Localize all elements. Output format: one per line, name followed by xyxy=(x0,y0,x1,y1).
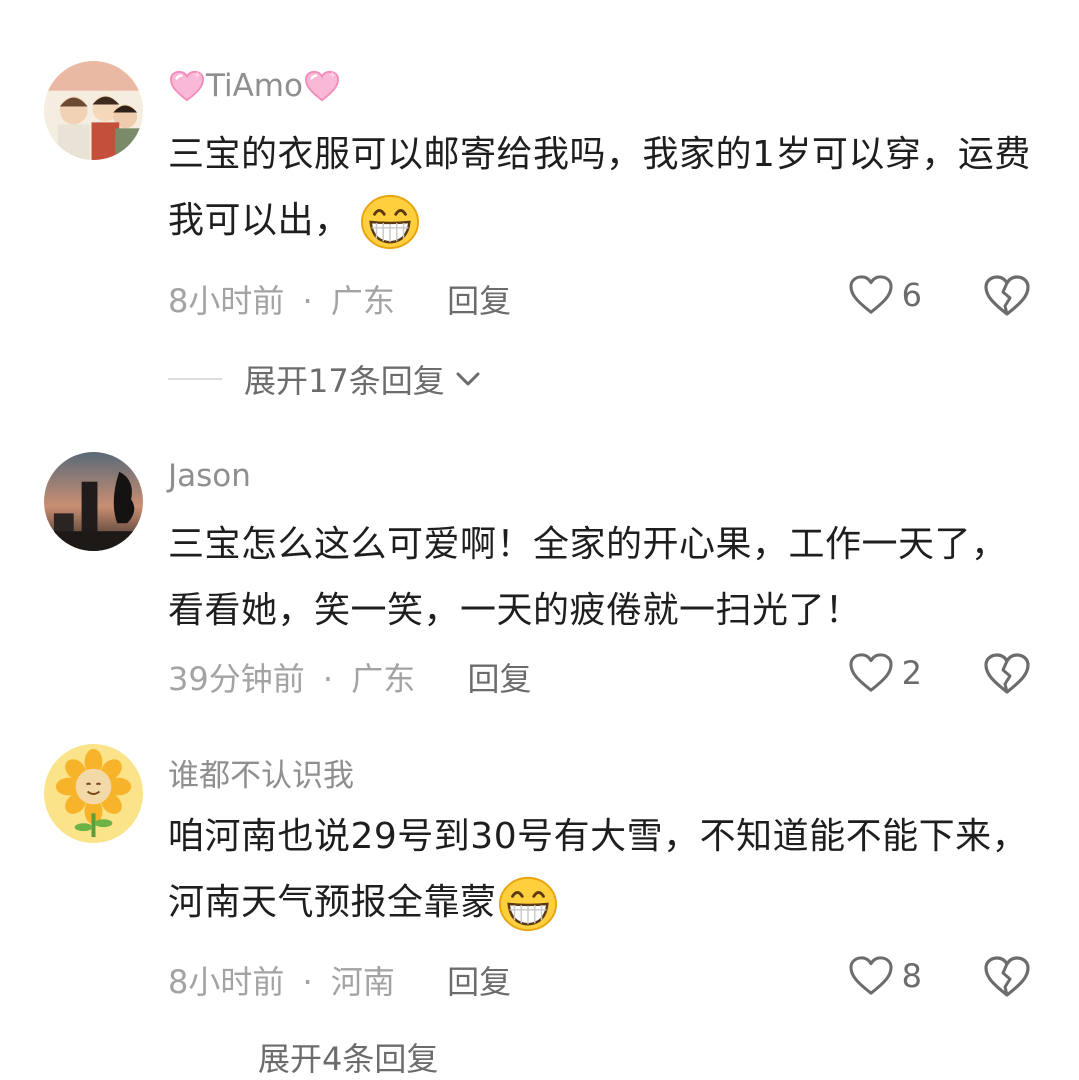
pink-heart-icon xyxy=(168,69,206,103)
comment-time: 39分钟前 xyxy=(168,660,305,698)
heart-icon xyxy=(848,955,894,997)
divider-line xyxy=(168,378,222,380)
separator: · xyxy=(322,660,334,698)
like-count: 8 xyxy=(901,957,922,995)
expand-replies-button[interactable]: 展开4条回复 xyxy=(258,1034,438,1080)
grinning-face-icon xyxy=(359,193,421,251)
comment-time: 8小时前 xyxy=(168,963,285,1001)
comment-meta: 8小时前 · 河南 回复 xyxy=(168,957,511,1003)
like-count: 2 xyxy=(901,654,922,692)
reply-button[interactable]: 回复 xyxy=(447,963,511,1001)
comment-meta: 39分钟前 · 广东 回复 xyxy=(168,654,531,700)
comment-text: 三宝怎么这么可爱啊！全家的开心果，工作一天了，看看她，笑一笑，一天的疲倦就一扫光… xyxy=(168,524,1008,631)
comment-text: 咱河南也说29号到30号有大雪，不知道能不能下来，河南天气预报全靠蒙 xyxy=(168,804,1038,936)
username[interactable]: Jason xyxy=(168,458,251,494)
comment-meta: 8小时前 · 广东 回复 xyxy=(168,276,511,322)
chevron-down-icon xyxy=(456,372,480,386)
heart-icon xyxy=(848,652,894,694)
reply-button[interactable]: 回复 xyxy=(467,660,531,698)
like-button[interactable]: 2 xyxy=(848,652,922,694)
avatar[interactable] xyxy=(44,61,143,160)
username[interactable]: 谁都不认识我 xyxy=(168,750,354,795)
reply-button[interactable]: 回复 xyxy=(447,282,511,320)
expand-replies-label: 展开4条回复 xyxy=(258,1040,439,1078)
grinning-face-icon xyxy=(497,875,559,933)
like-button[interactable]: 8 xyxy=(848,955,922,997)
avatar[interactable] xyxy=(44,452,143,551)
avatar[interactable] xyxy=(44,744,143,843)
heart-icon xyxy=(848,274,894,316)
like-button[interactable]: 6 xyxy=(848,274,922,316)
broken-heart-icon[interactable] xyxy=(983,274,1031,318)
comment-location: 广东 xyxy=(330,282,395,320)
username[interactable]: TiAmo xyxy=(168,68,341,104)
comment-location: 河南 xyxy=(330,963,395,1001)
separator: · xyxy=(302,963,313,1001)
separator: · xyxy=(302,282,313,320)
like-count: 6 xyxy=(901,276,922,314)
expand-replies-label: 展开17条回复 xyxy=(244,362,445,400)
broken-heart-icon[interactable] xyxy=(983,955,1031,999)
comment-time: 8小时前 xyxy=(168,282,285,320)
pink-heart-icon xyxy=(303,69,341,103)
expand-replies-button[interactable]: 展开17条回复 xyxy=(168,356,481,402)
comment-location: 广东 xyxy=(351,660,416,698)
comment-text: 三宝的衣服可以邮寄给我吗，我家的1岁可以穿，运费我可以出， xyxy=(168,122,1038,254)
broken-heart-icon[interactable] xyxy=(983,652,1031,696)
